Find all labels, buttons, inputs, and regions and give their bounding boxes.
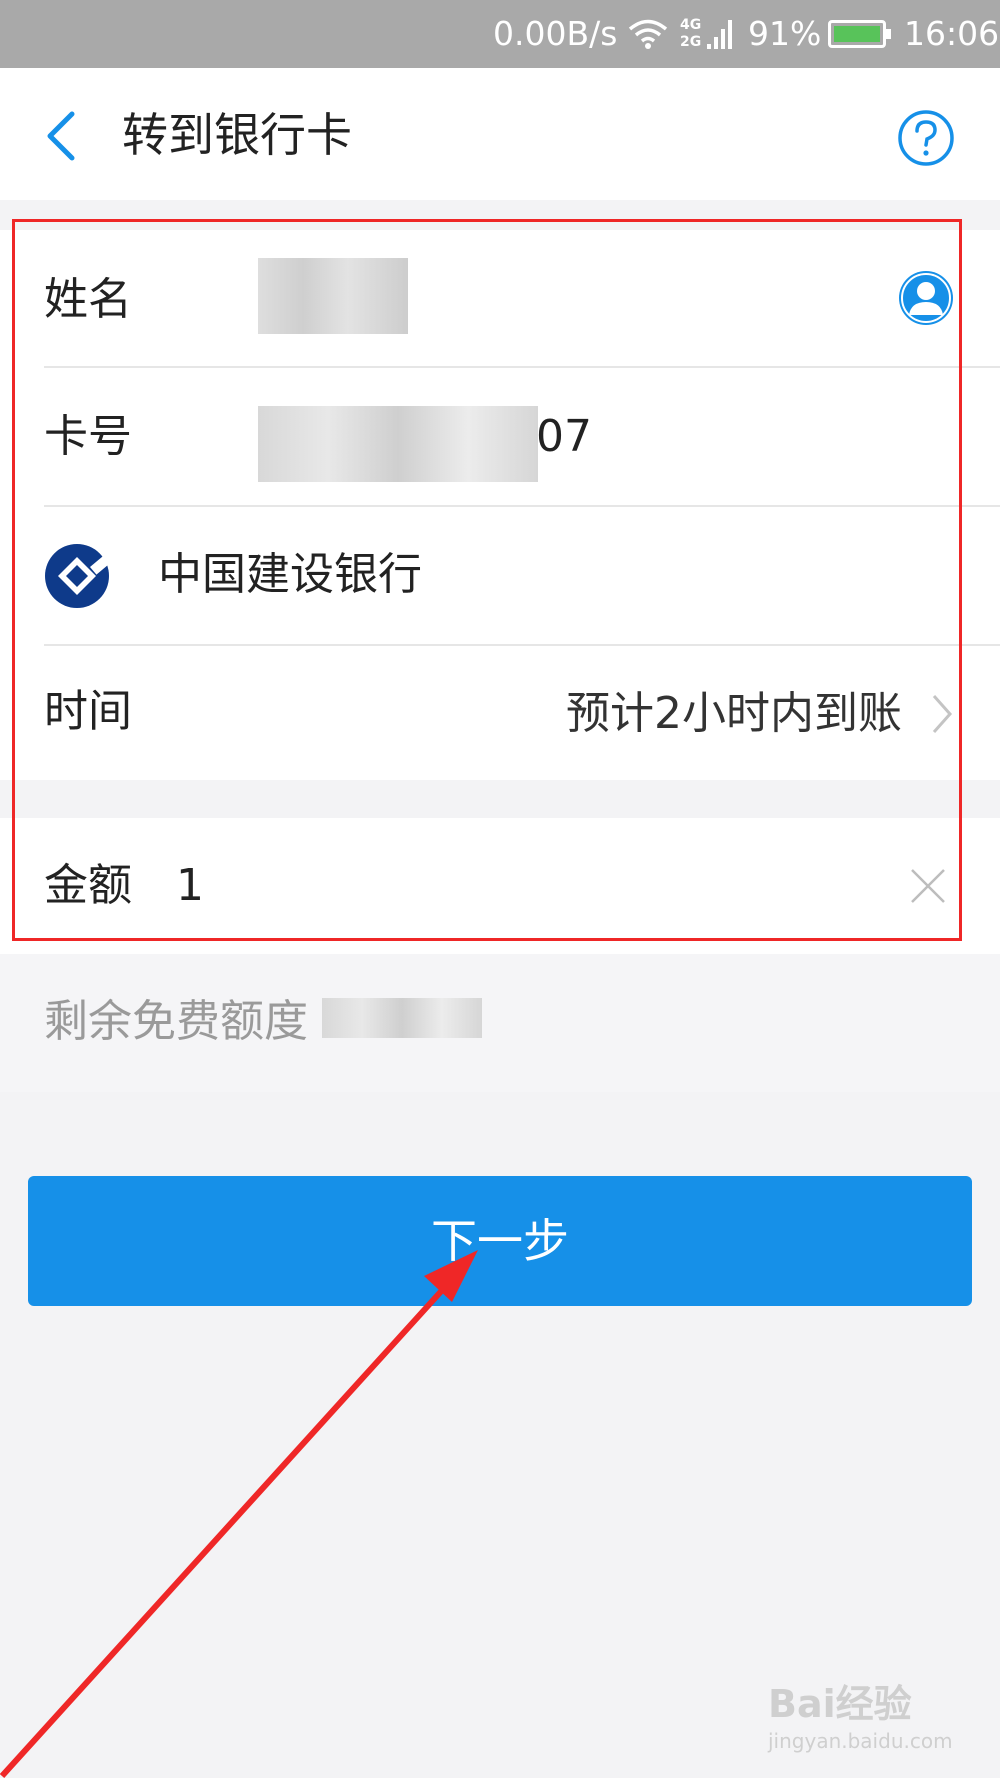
free-quota-value-redacted (322, 998, 482, 1038)
time-label: 时间 (44, 686, 132, 737)
network-speed: 0.00B/s (493, 14, 618, 53)
divider (44, 505, 1000, 507)
wifi-icon (628, 19, 668, 49)
free-quota-label: 剩余免费额度 (44, 996, 308, 1047)
ccb-bank-logo-icon (45, 544, 110, 608)
signal-icon (707, 20, 732, 49)
contact-icon[interactable] (896, 268, 956, 328)
annotation-arrow (0, 1250, 478, 1778)
name-label: 姓名 (44, 274, 132, 325)
bank-name: 中国建设银行 (158, 549, 422, 600)
amount-input[interactable]: 1 (176, 856, 204, 916)
back-arrow-icon[interactable] (40, 108, 80, 164)
amount-panel (0, 818, 1000, 954)
clear-icon[interactable] (908, 866, 948, 906)
page-title: 转到银行卡 (122, 108, 352, 162)
chevron-right-icon[interactable] (928, 690, 956, 738)
name-value-redacted (258, 258, 408, 334)
arrival-time-value[interactable]: 预计2小时内到账 (566, 684, 902, 744)
card-number-suffix[interactable]: 07 (536, 407, 592, 467)
help-icon[interactable] (896, 108, 956, 168)
network-type: 4G 2G (680, 17, 702, 50)
status-bar: 0.00B/s 4G 2G 91% 16:06 (0, 0, 1000, 68)
card-number-redacted (258, 406, 538, 482)
divider (44, 366, 1000, 368)
clock: 16:06 (904, 14, 1000, 53)
watermark-url: jingyan.baidu.com (768, 1729, 953, 1753)
watermark-brand: Bai经验 (768, 1682, 912, 1726)
card-number-label: 卡号 (44, 411, 132, 462)
battery-percent: 91% (748, 14, 822, 53)
amount-label: 金额 (44, 860, 132, 911)
divider (44, 644, 1000, 646)
battery-icon (828, 20, 891, 48)
